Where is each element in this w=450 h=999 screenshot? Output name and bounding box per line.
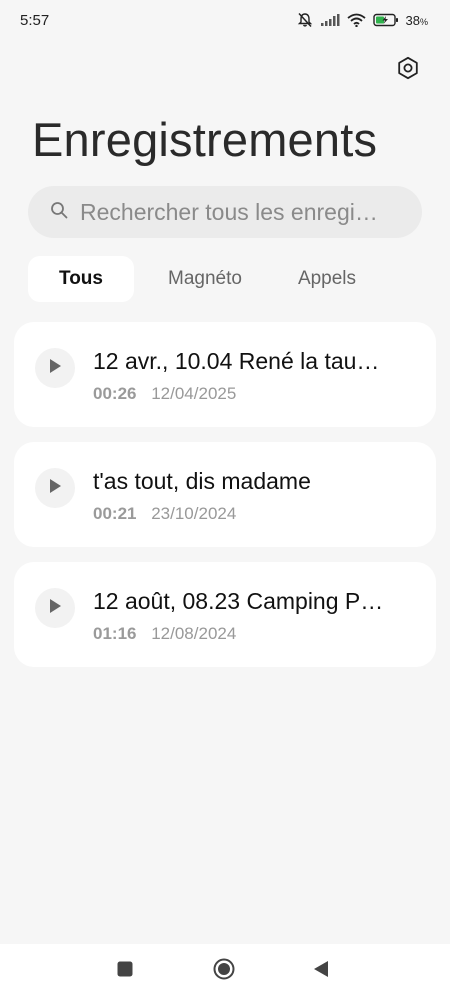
play-button[interactable] — [35, 348, 75, 388]
bell-muted-icon — [297, 12, 313, 28]
search-bar[interactable] — [28, 186, 422, 238]
recording-title: 12 avr., 10.04 René la tau… — [93, 348, 380, 374]
tab-all[interactable]: Tous — [28, 256, 134, 302]
home-icon — [212, 957, 236, 986]
status-icons: 38% — [297, 10, 428, 30]
recording-duration: 00:26 — [93, 384, 137, 403]
home-button[interactable] — [211, 958, 237, 984]
recording-item[interactable]: 12 avr., 10.04 René la tau… 00:26 12/04/… — [14, 322, 436, 427]
play-button[interactable] — [35, 468, 75, 508]
recording-date: 12/08/2024 — [151, 624, 237, 643]
search-input[interactable] — [80, 198, 422, 226]
recordings-list: 12 avr., 10.04 René la tau… 00:26 12/04/… — [14, 322, 436, 682]
recording-date: 12/04/2025 — [151, 384, 237, 403]
recording-duration: 01:16 — [93, 624, 137, 643]
recording-title: 12 août, 08.23 Camping P… — [93, 588, 384, 614]
status-time: 5:57 — [20, 12, 50, 29]
navigation-bar — [0, 944, 450, 999]
recording-meta: 01:16 12/08/2024 — [93, 624, 236, 644]
recording-item[interactable]: 12 août, 08.23 Camping P… 01:16 12/08/20… — [14, 562, 436, 667]
play-icon — [48, 358, 62, 379]
tab-recorder[interactable]: Magnéto — [152, 256, 258, 302]
wifi-icon — [346, 13, 366, 27]
page-title: Enregistrements — [32, 113, 378, 166]
recording-duration: 00:21 — [93, 504, 137, 523]
recording-item[interactable]: t'as tout, dis madame 00:21 23/10/2024 — [14, 442, 436, 547]
recent-apps-button[interactable] — [112, 958, 138, 984]
recording-title: t'as tout, dis madame — [93, 468, 311, 494]
status-bar: 5:57 38% — [0, 0, 450, 40]
play-button[interactable] — [35, 588, 75, 628]
battery-percentage: 38% — [405, 12, 428, 28]
signal-icon — [320, 13, 340, 27]
play-icon — [48, 598, 62, 619]
back-icon — [312, 959, 330, 984]
play-icon — [48, 478, 62, 499]
settings-button[interactable] — [394, 56, 422, 84]
battery-charging-icon — [372, 13, 399, 27]
filter-tabs: Tous Magnéto Appels — [28, 256, 422, 302]
recording-meta: 00:26 12/04/2025 — [93, 384, 236, 404]
tab-calls[interactable]: Appels — [274, 256, 380, 302]
back-button[interactable] — [308, 958, 334, 984]
search-icon — [50, 201, 68, 224]
settings-icon — [396, 56, 420, 85]
recording-meta: 00:21 23/10/2024 — [93, 504, 236, 524]
recording-date: 23/10/2024 — [151, 504, 237, 523]
recent-apps-icon — [116, 960, 134, 983]
